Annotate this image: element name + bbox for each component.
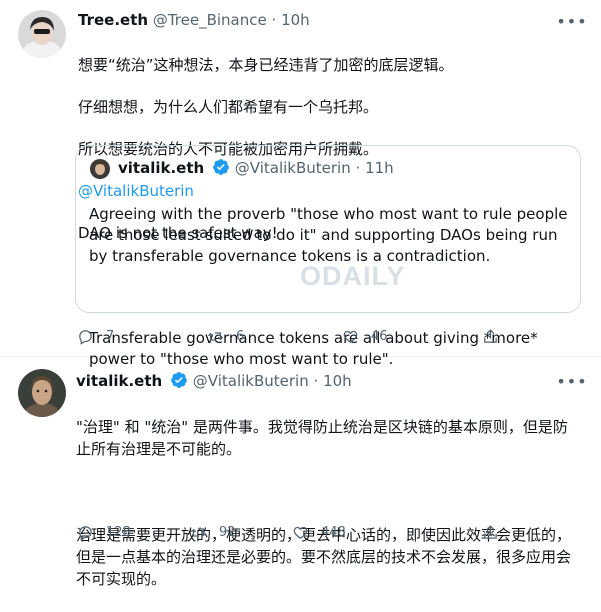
quoted-paragraph: Agreeing with the proverb "those who mos… — [89, 205, 568, 265]
watermark-logo: ODAILY — [300, 261, 406, 291]
verified-badge-icon — [170, 371, 188, 394]
quoted-display-name: vitalik.eth — [118, 159, 205, 177]
tweet-text-line: 想要“统治”这种想法，本身已经违背了加密的底层逻辑。 — [78, 56, 454, 74]
retweet-arrows-icon — [207, 332, 224, 341]
like-button[interactable]: 46 — [342, 328, 388, 345]
handle[interactable]: @VitalikButerin — [193, 372, 309, 390]
reply-button[interactable]: 7 — [77, 328, 114, 345]
timestamp[interactable]: 10h — [281, 11, 310, 29]
share-button[interactable] — [482, 524, 499, 541]
display-name[interactable]: vitalik.eth — [76, 372, 162, 390]
verified-badge-icon — [212, 158, 230, 181]
retweet-arrows-icon — [190, 528, 207, 537]
like-count: 448 — [321, 525, 346, 540]
heart-icon — [343, 330, 358, 343]
tweet-tree[interactable]: Tree.eth @Tree_Binance · 10h ••• 想要“统治”这… — [0, 0, 601, 368]
separator-dot: · — [355, 159, 361, 177]
separator-dot: · — [271, 11, 277, 29]
like-count: 46 — [371, 329, 388, 344]
retweet-count: 92 — [219, 525, 236, 540]
reply-bubble-icon — [79, 526, 92, 541]
more-dots-icon[interactable]: ••• — [556, 11, 586, 31]
reply-count: 7 — [106, 329, 115, 344]
separator-dot: · — [313, 372, 319, 390]
retweet-count: 6 — [236, 329, 245, 344]
timestamp[interactable]: 10h — [323, 372, 352, 390]
share-upload-icon — [484, 525, 497, 539]
like-button[interactable]: 448 — [292, 524, 346, 541]
display-name[interactable]: Tree.eth — [78, 11, 148, 29]
reply-bubble-icon — [79, 330, 92, 345]
reply-count: 128 — [106, 525, 131, 540]
retweet-button[interactable]: 6 — [207, 328, 244, 345]
avatar-tree[interactable] — [18, 10, 66, 58]
tweet-vitalik[interactable]: vitalik.eth @VitalikButerin · 10h ••• "治… — [0, 357, 601, 588]
quoted-handle: @VitalikButerin — [234, 159, 351, 177]
tweet-paragraph: "治理" 和 "统治" 是两件事。我觉得防止统治是区块链的基本原则，但是防止所有… — [76, 418, 568, 458]
reply-button[interactable]: 128 — [77, 524, 131, 541]
handle[interactable]: @Tree_Binance — [153, 11, 267, 29]
share-button[interactable] — [482, 328, 499, 345]
share-upload-icon — [484, 329, 497, 343]
avatar-vitalik[interactable] — [18, 369, 66, 417]
quoted-timestamp: 11h — [365, 159, 394, 177]
retweet-button[interactable]: 92 — [190, 524, 236, 541]
tweet-text-line: 仔细想想，为什么人们都希望有一个乌托邦。 — [78, 98, 379, 116]
avatar-vitalik-small — [90, 159, 110, 179]
heart-icon — [293, 526, 308, 539]
more-dots-icon[interactable]: ••• — [556, 371, 586, 391]
